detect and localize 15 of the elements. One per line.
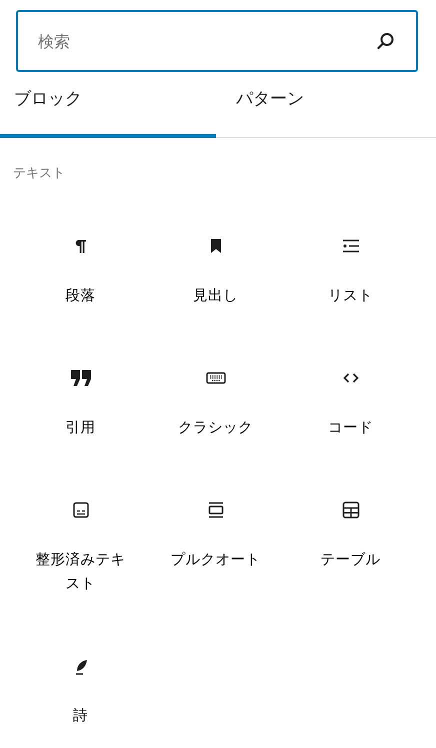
tab[interactable]: パターン (216, 72, 432, 138)
block-item[interactable]: 詩 (13, 642, 148, 748)
block-item[interactable]: テーブル (283, 486, 418, 642)
block-item[interactable]: 見出し (148, 222, 283, 354)
search-field[interactable]: 検索 (16, 10, 418, 72)
block-item[interactable]: 引用 (13, 354, 148, 486)
block-item[interactable]: 整形済みテキスト (13, 486, 148, 642)
block-item[interactable]: リスト (283, 222, 418, 354)
section-title: テキスト (13, 165, 66, 183)
search-icon (376, 31, 396, 51)
block-item[interactable]: プルクオート (148, 486, 283, 642)
tab[interactable]: ブロック (0, 72, 216, 138)
block-item[interactable]: クラシック (148, 354, 283, 486)
block-item[interactable]: コード (283, 354, 418, 486)
block-item[interactable]: 段落 (13, 222, 148, 354)
